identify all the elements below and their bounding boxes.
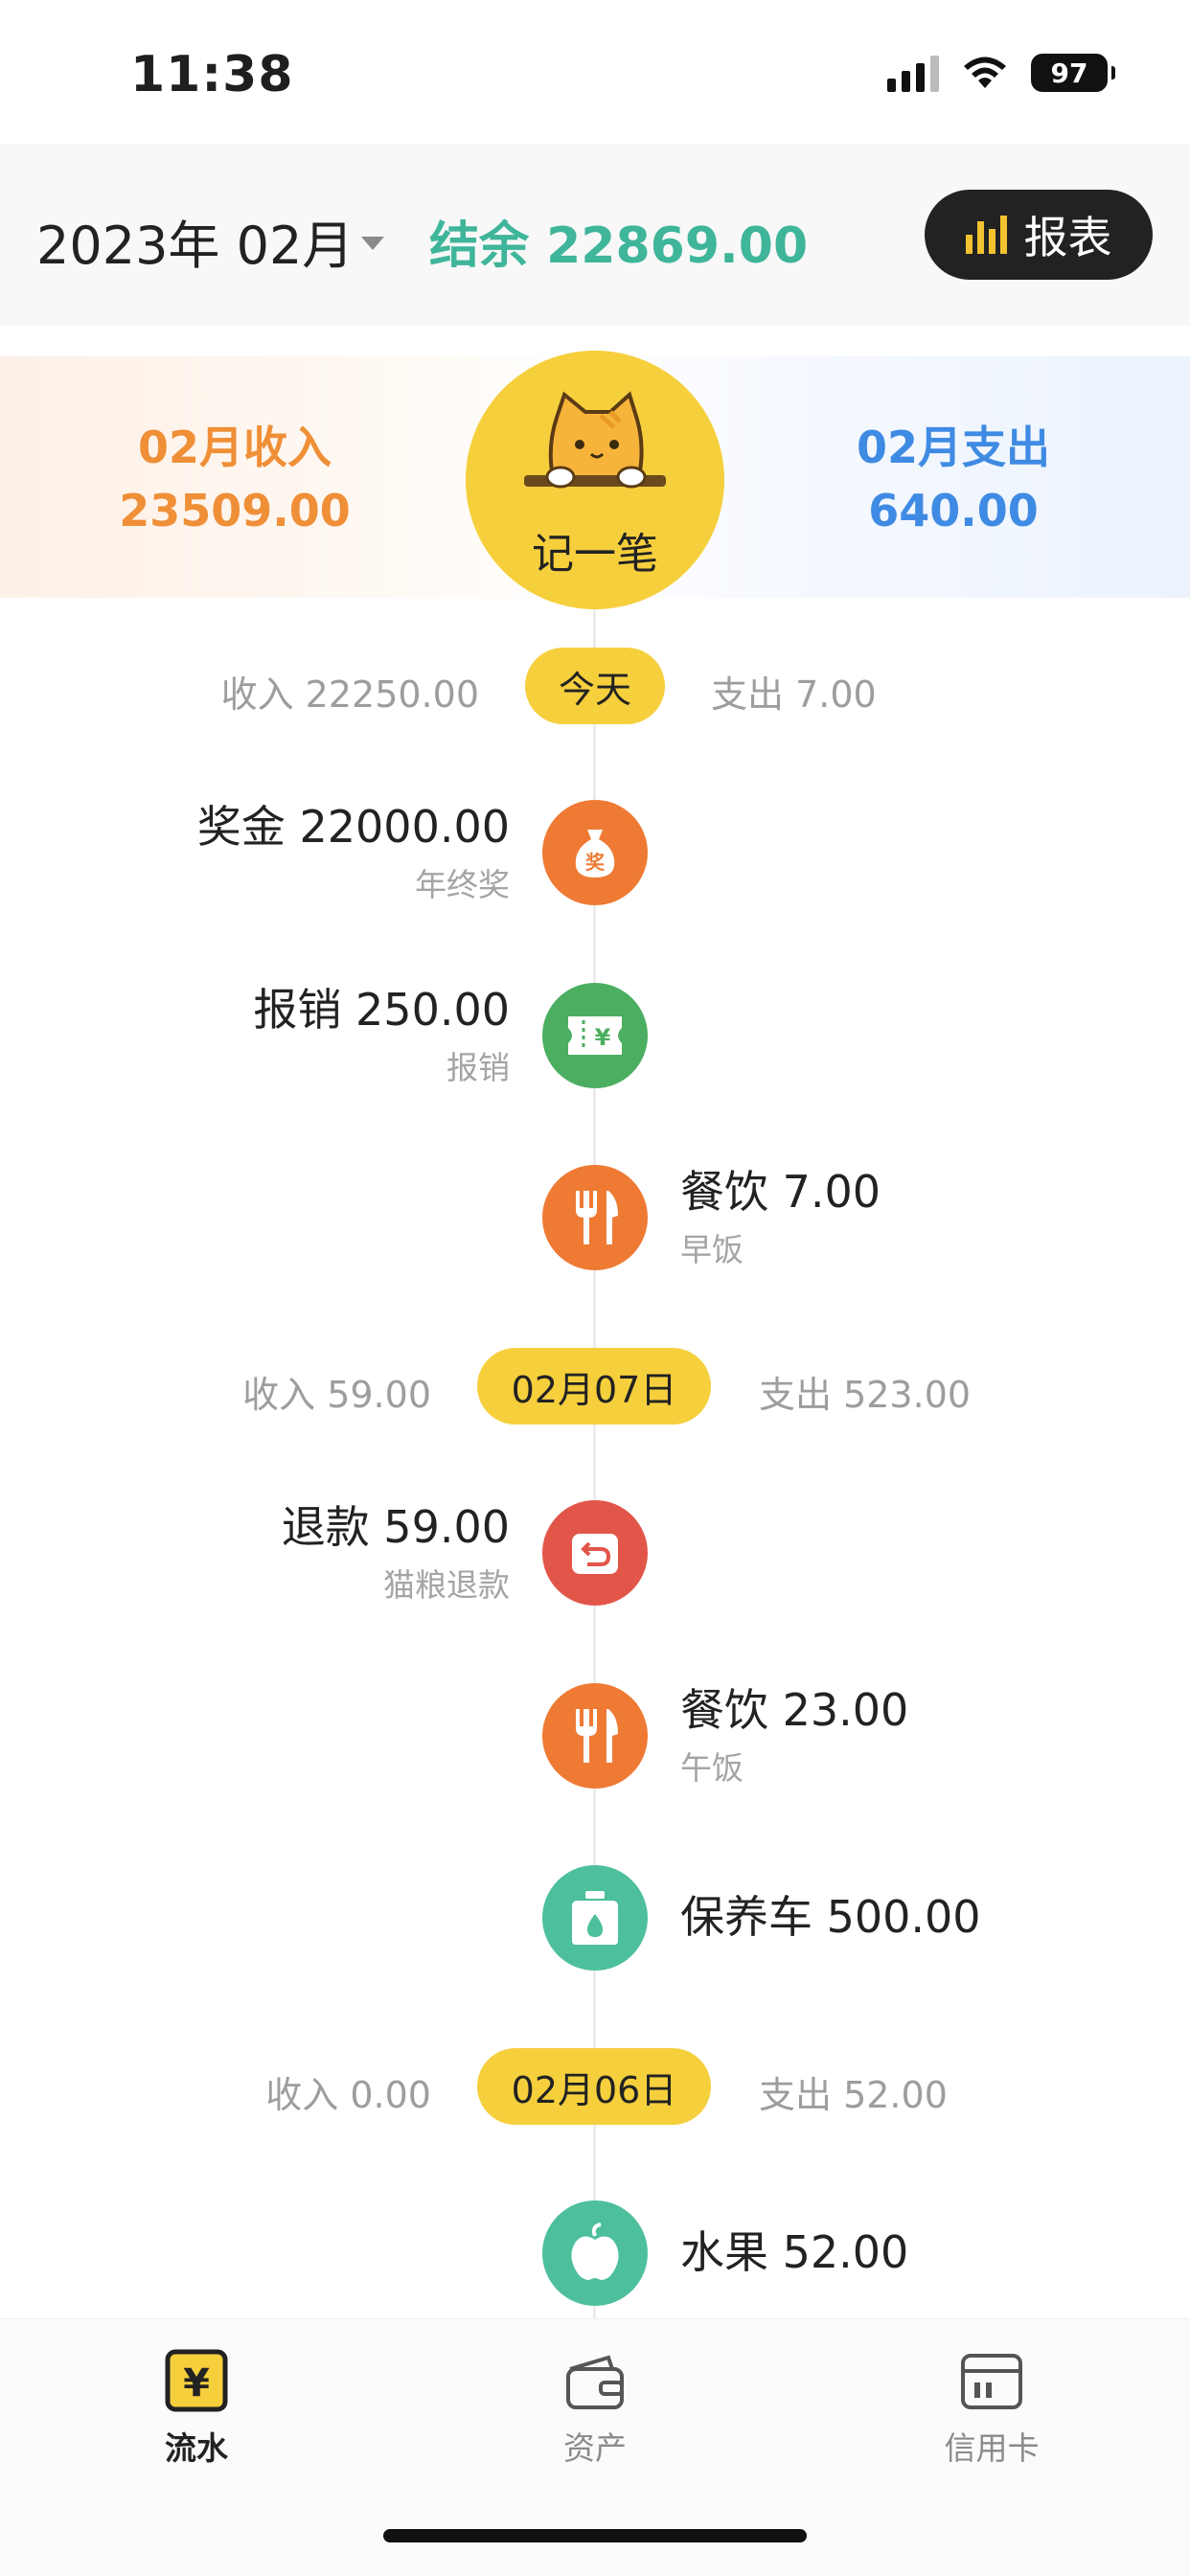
cellular-signal-icon (887, 54, 939, 92)
money-bag-icon: 奖 (542, 800, 648, 905)
entry-note: 报销 (446, 1049, 510, 1086)
entry-note: 猫粮退款 (383, 1566, 510, 1604)
add-record-button[interactable]: 记一笔 (466, 351, 724, 609)
report-label: 报表 (1023, 212, 1112, 263)
tab-flow[interactable]: ¥ 流水 (81, 2348, 311, 2469)
svg-text:奖: 奖 (585, 851, 606, 874)
monthly-income: 02月收入 23509.00 (0, 416, 469, 542)
tab-label: 流水 (165, 2429, 228, 2467)
entry-note: 早饭 (680, 1231, 744, 1268)
tab-label: 资产 (563, 2429, 627, 2467)
month-selector[interactable]: 2023年 02月 (36, 203, 385, 279)
svg-text:¥: ¥ (595, 1024, 611, 1051)
entry-title: 奖金 22000.00 (196, 801, 510, 853)
oil-can-icon (542, 1865, 648, 1971)
day-expense: 支出 7.00 (711, 673, 877, 716)
list-item[interactable]: 保养车 500.00 (0, 1865, 1190, 1971)
income-label: 02月收入 (137, 422, 332, 473)
expense-label: 02月支出 (856, 422, 1050, 473)
expense-value: 640.00 (868, 485, 1039, 536)
tab-assets[interactable]: 资产 (480, 2348, 710, 2469)
day-date-pill: 02月06日 (477, 2048, 711, 2125)
day-date-pill: 今天 (525, 648, 665, 724)
wallet-icon (566, 2355, 624, 2409)
entry-title: 水果 52.00 (680, 2226, 909, 2278)
yen-tab-icon: ¥ (165, 2349, 228, 2412)
day-expense: 支出 52.00 (759, 2074, 948, 2116)
list-item[interactable]: 餐饮 23.00 午饭 (0, 1683, 1190, 1789)
list-item[interactable]: 退款 59.00 猫粮退款 (0, 1500, 1190, 1606)
svg-text:¥: ¥ (183, 2361, 210, 2405)
fork-knife-icon (542, 1683, 648, 1789)
income-value: 23509.00 (119, 485, 351, 536)
status-time: 11:38 (130, 46, 294, 103)
month-label: 2023年 02月 (36, 216, 355, 276)
list-item[interactable]: 水果 52.00 (0, 2200, 1190, 2306)
entry-note: 年终奖 (415, 866, 510, 903)
status-icons: 97 (887, 54, 1115, 92)
reimburse-ticket-icon: ¥ (542, 983, 648, 1088)
report-button[interactable]: 报表 (925, 190, 1153, 280)
caret-down-icon (361, 236, 385, 250)
cat-mascot-icon (524, 391, 666, 489)
entry-title: 餐饮 23.00 (680, 1684, 909, 1736)
entry-title: 退款 59.00 (281, 1501, 510, 1553)
day-date-pill: 02月07日 (477, 1348, 711, 1425)
entry-note: 午饭 (680, 1749, 744, 1787)
bar-chart-icon (965, 216, 1007, 254)
fork-knife-icon (542, 1165, 648, 1270)
list-item[interactable]: 报销 250.00 报销 ¥ (0, 983, 1190, 1088)
day-income: 收入 0.00 (265, 2074, 431, 2116)
add-record-label: 记一笔 (532, 530, 658, 579)
tab-credit-card[interactable]: 信用卡 (877, 2348, 1107, 2469)
battery-icon: 97 (1031, 54, 1115, 92)
top-header: 2023年 02月 结余 22869.00 报表 (0, 144, 1190, 326)
day-expense: 支出 523.00 (759, 1374, 972, 1416)
day-header: 收入 0.00 02月06日 支出 52.00 (0, 2048, 1190, 2125)
monthly-expense: 02月支出 640.00 (719, 416, 1188, 542)
status-bar: 11:38 97 (0, 0, 1190, 144)
apple-icon (542, 2200, 648, 2306)
home-indicator (383, 2529, 807, 2542)
balance-display: 结余 22869.00 (429, 205, 808, 277)
day-income: 收入 22250.00 (220, 673, 479, 716)
entry-title: 餐饮 7.00 (680, 1166, 881, 1218)
balance-value: 22869.00 (546, 217, 809, 275)
list-item[interactable]: 奖金 22000.00 年终奖 奖 (0, 800, 1190, 905)
day-header: 收入 22250.00 今天 支出 7.00 (0, 648, 1190, 724)
day-income: 收入 59.00 (242, 1374, 431, 1416)
refund-icon (542, 1500, 648, 1606)
entry-title: 保养车 500.00 (680, 1891, 981, 1943)
credit-card-icon (961, 2354, 1022, 2409)
tab-label: 信用卡 (944, 2429, 1040, 2467)
entry-title: 报销 250.00 (253, 984, 510, 1036)
balance-label: 结余 (429, 217, 530, 275)
wifi-icon (964, 57, 1006, 88)
day-header: 收入 59.00 02月07日 支出 523.00 (0, 1348, 1190, 1425)
list-item[interactable]: 餐饮 7.00 早饭 (0, 1165, 1190, 1270)
